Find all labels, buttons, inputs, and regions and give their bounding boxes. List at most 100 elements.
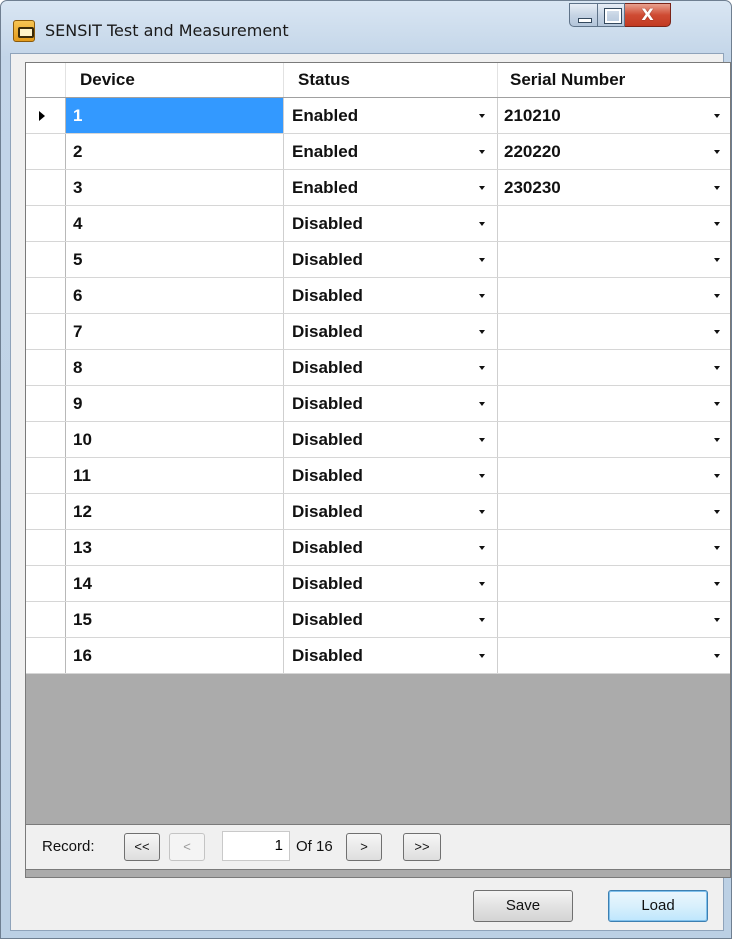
- serial-number-dropdown[interactable]: [498, 314, 730, 349]
- row-header[interactable]: [26, 350, 66, 385]
- serial-number-dropdown[interactable]: [498, 494, 730, 529]
- table-row[interactable]: 2 Enabled 220220: [26, 134, 730, 170]
- row-header[interactable]: [26, 530, 66, 565]
- first-record-button[interactable]: <<: [124, 833, 160, 861]
- dropdown-arrow-icon[interactable]: [475, 242, 489, 277]
- dropdown-arrow-icon[interactable]: [475, 494, 489, 529]
- device-cell[interactable]: 14: [66, 566, 284, 601]
- device-cell[interactable]: 4: [66, 206, 284, 241]
- serial-number-dropdown[interactable]: [498, 386, 730, 421]
- dropdown-arrow-icon[interactable]: [475, 566, 489, 601]
- device-cell[interactable]: 15: [66, 602, 284, 637]
- device-cell[interactable]: 2: [66, 134, 284, 169]
- table-row[interactable]: 11 Disabled: [26, 458, 730, 494]
- serial-number-dropdown[interactable]: [498, 278, 730, 313]
- table-row[interactable]: 9 Disabled: [26, 386, 730, 422]
- record-number-input[interactable]: 1: [222, 831, 290, 861]
- device-cell[interactable]: 11: [66, 458, 284, 493]
- table-row[interactable]: 5 Disabled: [26, 242, 730, 278]
- status-dropdown[interactable]: Enabled: [284, 98, 498, 133]
- status-dropdown[interactable]: Disabled: [284, 422, 498, 457]
- dropdown-arrow-icon[interactable]: [710, 350, 724, 385]
- dropdown-arrow-icon[interactable]: [710, 638, 724, 673]
- dropdown-arrow-icon[interactable]: [475, 314, 489, 349]
- serial-number-dropdown[interactable]: [498, 530, 730, 565]
- table-row[interactable]: 3 Enabled 230230: [26, 170, 730, 206]
- row-header[interactable]: [26, 314, 66, 349]
- dropdown-arrow-icon[interactable]: [475, 206, 489, 241]
- serial-number-dropdown[interactable]: [498, 350, 730, 385]
- title-bar[interactable]: SENSIT Test and Measurement X: [1, 1, 731, 53]
- row-header[interactable]: [26, 170, 66, 205]
- device-cell[interactable]: 12: [66, 494, 284, 529]
- status-dropdown[interactable]: Disabled: [284, 602, 498, 637]
- previous-record-button[interactable]: <: [169, 833, 205, 861]
- device-cell[interactable]: 13: [66, 530, 284, 565]
- row-header[interactable]: [26, 602, 66, 637]
- serial-number-dropdown[interactable]: [498, 458, 730, 493]
- column-header-status[interactable]: Status: [284, 63, 498, 97]
- device-cell[interactable]: 16: [66, 638, 284, 673]
- table-row[interactable]: 13 Disabled: [26, 530, 730, 566]
- table-row[interactable]: 4 Disabled: [26, 206, 730, 242]
- dropdown-arrow-icon[interactable]: [710, 242, 724, 277]
- dropdown-arrow-icon[interactable]: [475, 638, 489, 673]
- maximize-button[interactable]: [598, 3, 625, 27]
- status-dropdown[interactable]: Disabled: [284, 386, 498, 421]
- column-header-serial-number[interactable]: Serial Number: [498, 63, 730, 97]
- table-row[interactable]: 14 Disabled: [26, 566, 730, 602]
- status-dropdown[interactable]: Disabled: [284, 494, 498, 529]
- table-row[interactable]: 15 Disabled: [26, 602, 730, 638]
- dropdown-arrow-icon[interactable]: [475, 386, 489, 421]
- dropdown-arrow-icon[interactable]: [710, 134, 724, 169]
- load-button[interactable]: Load: [608, 890, 708, 922]
- device-cell[interactable]: 5: [66, 242, 284, 277]
- status-dropdown[interactable]: Disabled: [284, 458, 498, 493]
- dropdown-arrow-icon[interactable]: [475, 458, 489, 493]
- serial-number-dropdown[interactable]: 210210: [498, 98, 730, 133]
- serial-number-dropdown[interactable]: 220220: [498, 134, 730, 169]
- dropdown-arrow-icon[interactable]: [710, 170, 724, 205]
- table-row[interactable]: 1 Enabled 210210: [26, 98, 730, 134]
- device-cell[interactable]: 3: [66, 170, 284, 205]
- dropdown-arrow-icon[interactable]: [475, 602, 489, 637]
- status-dropdown[interactable]: Disabled: [284, 566, 498, 601]
- dropdown-arrow-icon[interactable]: [710, 602, 724, 637]
- row-header[interactable]: [26, 278, 66, 313]
- save-button[interactable]: Save: [473, 890, 573, 922]
- row-header[interactable]: [26, 206, 66, 241]
- device-cell[interactable]: 9: [66, 386, 284, 421]
- status-dropdown[interactable]: Disabled: [284, 206, 498, 241]
- row-header[interactable]: [26, 566, 66, 601]
- device-cell[interactable]: 8: [66, 350, 284, 385]
- serial-number-dropdown[interactable]: [498, 602, 730, 637]
- dropdown-arrow-icon[interactable]: [475, 422, 489, 457]
- device-cell[interactable]: 7: [66, 314, 284, 349]
- dropdown-arrow-icon[interactable]: [710, 386, 724, 421]
- row-header[interactable]: [26, 422, 66, 457]
- column-header-device[interactable]: Device: [66, 63, 284, 97]
- last-record-button[interactable]: >>: [403, 833, 441, 861]
- table-row[interactable]: 7 Disabled: [26, 314, 730, 350]
- row-header[interactable]: [26, 494, 66, 529]
- serial-number-dropdown[interactable]: [498, 422, 730, 457]
- status-dropdown[interactable]: Enabled: [284, 170, 498, 205]
- status-dropdown[interactable]: Enabled: [284, 134, 498, 169]
- dropdown-arrow-icon[interactable]: [475, 98, 489, 133]
- serial-number-dropdown[interactable]: [498, 206, 730, 241]
- table-row[interactable]: 10 Disabled: [26, 422, 730, 458]
- minimize-button[interactable]: [569, 3, 598, 27]
- dropdown-arrow-icon[interactable]: [710, 278, 724, 313]
- device-cell[interactable]: 6: [66, 278, 284, 313]
- dropdown-arrow-icon[interactable]: [710, 422, 724, 457]
- serial-number-dropdown[interactable]: [498, 566, 730, 601]
- table-row[interactable]: 8 Disabled: [26, 350, 730, 386]
- dropdown-arrow-icon[interactable]: [710, 530, 724, 565]
- device-cell[interactable]: 10: [66, 422, 284, 457]
- dropdown-arrow-icon[interactable]: [475, 278, 489, 313]
- dropdown-arrow-icon[interactable]: [475, 170, 489, 205]
- dropdown-arrow-icon[interactable]: [475, 134, 489, 169]
- next-record-button[interactable]: >: [346, 833, 382, 861]
- close-button[interactable]: X: [625, 3, 671, 27]
- serial-number-dropdown[interactable]: [498, 242, 730, 277]
